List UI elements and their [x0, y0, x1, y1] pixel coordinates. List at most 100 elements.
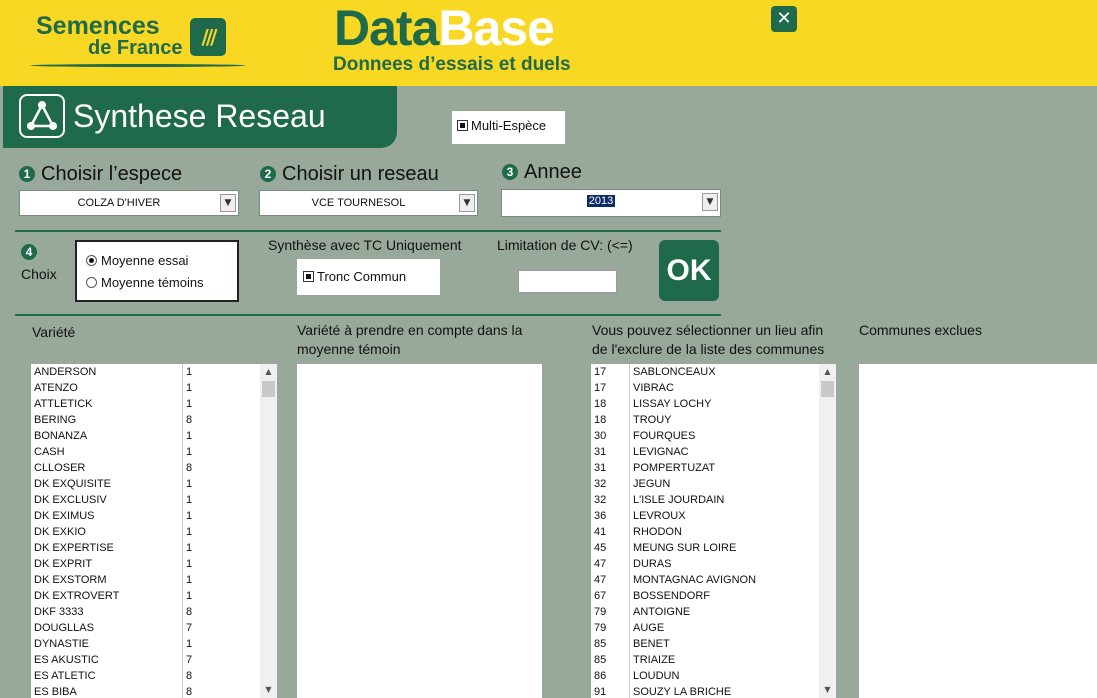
- list-item-col1: 18: [594, 414, 607, 426]
- radio-moyenne-temoins[interactable]: Moyenne témoins: [86, 274, 204, 292]
- list-item[interactable]: DK EXPRIT 1: [31, 556, 277, 572]
- list-item-col1: 45: [594, 542, 607, 554]
- list-item[interactable]: 32 JEGUN: [591, 476, 836, 492]
- lieu-heading-line2: de l'exclure de la liste des communes: [592, 341, 825, 357]
- multi-espece-checkbox[interactable]: Multi-Espèce: [457, 118, 546, 134]
- list-item[interactable]: 47 DURAS: [591, 556, 836, 572]
- exclues-heading: Communes exclues: [859, 322, 982, 338]
- temoin-listbox[interactable]: [297, 364, 542, 698]
- list-item[interactable]: DK EXPERTISE 1: [31, 540, 277, 556]
- list-item[interactable]: 31 LEVIGNAC: [591, 444, 836, 460]
- list-item-col1: 85: [594, 638, 607, 650]
- list-item-col2: AUGE: [633, 622, 665, 634]
- list-item[interactable]: 18 TROUY: [591, 412, 836, 428]
- list-item[interactable]: ATTLETICK 1: [31, 396, 277, 412]
- exclues-listbox[interactable]: [859, 364, 1097, 698]
- variete-listbox[interactable]: ANDERSON 1 ATENZO 1 ATTLETICK 1 BERING 8 BONANZA…: [31, 364, 277, 698]
- list-item[interactable]: DK EXTROVERT 1: [31, 588, 277, 604]
- scroll-up-icon[interactable]: ▲: [819, 364, 836, 380]
- scroll-down-icon[interactable]: ▼: [819, 682, 836, 698]
- list-item[interactable]: ANDERSON 1: [31, 364, 277, 380]
- list-item[interactable]: DK EXCLUSIV 1: [31, 492, 277, 508]
- list-item[interactable]: 17 SABLONCEAUX: [591, 364, 836, 380]
- list-item[interactable]: 18 LISSAY LOCHY: [591, 396, 836, 412]
- list-item-col2: SABLONCEAUX: [633, 366, 716, 378]
- list-item[interactable]: 31 POMPERTUZAT: [591, 460, 836, 476]
- list-item[interactable]: 85 TRIAIZE: [591, 652, 836, 668]
- list-item-col2: LEVROUX: [633, 510, 686, 522]
- scroll-thumb[interactable]: [821, 381, 834, 397]
- list-item[interactable]: CLLOSER 8: [31, 460, 277, 476]
- list-item[interactable]: 45 MEUNG SUR LOIRE: [591, 540, 836, 556]
- list-item[interactable]: DK EXKIO 1: [31, 524, 277, 540]
- list-item[interactable]: DKF 3333 8: [31, 604, 277, 620]
- list-item[interactable]: CASH 1: [31, 444, 277, 460]
- list-item-col2: 8: [186, 670, 193, 682]
- list-item[interactable]: DK EXSTORM 1: [31, 572, 277, 588]
- reseau-select[interactable]: VCE TOURNESOL ▼: [259, 190, 478, 216]
- header-bar: Semences de France /// DataBase Donnees …: [0, 0, 1097, 86]
- list-item[interactable]: ES ATLETIC 8: [31, 668, 277, 684]
- list-item-col1: BONANZA: [34, 430, 88, 442]
- scrollbar[interactable]: ▲ ▼: [819, 364, 836, 698]
- list-item[interactable]: DK EXQUISITE 1: [31, 476, 277, 492]
- list-item[interactable]: 91 SOUZY LA BRICHE: [591, 684, 836, 698]
- brand-logo-icon: ///: [190, 18, 226, 56]
- list-item[interactable]: 47 MONTAGNAC AVIGNON: [591, 572, 836, 588]
- step-choix-label: Choix: [21, 266, 57, 282]
- list-item[interactable]: 85 BENET: [591, 636, 836, 652]
- ok-button[interactable]: OK: [659, 240, 719, 301]
- annee-select[interactable]: 2013 ▼: [501, 189, 721, 217]
- list-item-col1: 79: [594, 606, 607, 618]
- brand-underline: [30, 64, 246, 67]
- list-item[interactable]: DK EXIMUS 1: [31, 508, 277, 524]
- app-title-part1: Data: [334, 0, 439, 56]
- list-item[interactable]: BERING 8: [31, 412, 277, 428]
- list-item[interactable]: 32 L'ISLE JOURDAIN: [591, 492, 836, 508]
- list-item-col2: TROUY: [633, 414, 672, 426]
- espece-select[interactable]: COLZA D'HIVER ▼: [19, 190, 239, 216]
- list-item[interactable]: 67 BOSSENDORF: [591, 588, 836, 604]
- multi-espece-panel: Multi-Espèce: [452, 111, 565, 144]
- cv-label: Limitation de CV: (<=): [497, 237, 633, 253]
- cv-input[interactable]: [518, 270, 617, 293]
- list-item-col1: CASH: [34, 446, 65, 458]
- list-item-col2: 1: [186, 494, 193, 506]
- list-item[interactable]: DOUGLLAS 7: [31, 620, 277, 636]
- temoin-heading-line2: moyenne témoin: [297, 341, 401, 357]
- list-item-col2: 1: [186, 638, 193, 650]
- chevron-down-icon[interactable]: ▼: [220, 194, 236, 212]
- close-button[interactable]: ✕: [771, 6, 797, 32]
- list-item-col1: 85: [594, 654, 607, 666]
- step-annee-heading: 3 Annee: [502, 161, 582, 183]
- list-item[interactable]: 41 RHODON: [591, 524, 836, 540]
- list-item[interactable]: ATENZO 1: [31, 380, 277, 396]
- brand-name-line1: Semences: [36, 12, 160, 40]
- list-item[interactable]: 86 LOUDUN: [591, 668, 836, 684]
- lieu-listbox[interactable]: 17 SABLONCEAUX 17 VIBRAC 18 LISSAY LOCHY 18 TRO…: [591, 364, 836, 698]
- list-item-col2: 1: [186, 446, 193, 458]
- scroll-down-icon[interactable]: ▼: [260, 682, 277, 698]
- list-item-col2: SOUZY LA BRICHE: [633, 686, 732, 698]
- list-item[interactable]: 79 AUGE: [591, 620, 836, 636]
- list-item[interactable]: 17 VIBRAC: [591, 380, 836, 396]
- list-item[interactable]: ES AKUSTIC 7: [31, 652, 277, 668]
- list-item-col1: 30: [594, 430, 607, 442]
- scroll-thumb[interactable]: [262, 381, 275, 397]
- list-item[interactable]: ES BIBA 8: [31, 684, 277, 698]
- list-item[interactable]: 30 FOURQUES: [591, 428, 836, 444]
- chevron-down-icon[interactable]: ▼: [702, 193, 718, 211]
- list-item[interactable]: BONANZA 1: [31, 428, 277, 444]
- radio-moyenne-essai[interactable]: Moyenne essai: [86, 252, 188, 270]
- list-item-col1: DK EXPERTISE: [34, 542, 114, 554]
- scrollbar[interactable]: ▲ ▼: [260, 364, 277, 698]
- list-item-col1: ATTLETICK: [34, 398, 93, 410]
- list-item-col1: 79: [594, 622, 607, 634]
- list-item-col2: RHODON: [633, 526, 682, 538]
- list-item[interactable]: 79 ANTOIGNE: [591, 604, 836, 620]
- list-item[interactable]: DYNASTIE 1: [31, 636, 277, 652]
- tronc-commun-checkbox[interactable]: Tronc Commun: [303, 269, 406, 285]
- scroll-up-icon[interactable]: ▲: [260, 364, 277, 380]
- chevron-down-icon[interactable]: ▼: [459, 194, 475, 212]
- list-item[interactable]: 36 LEVROUX: [591, 508, 836, 524]
